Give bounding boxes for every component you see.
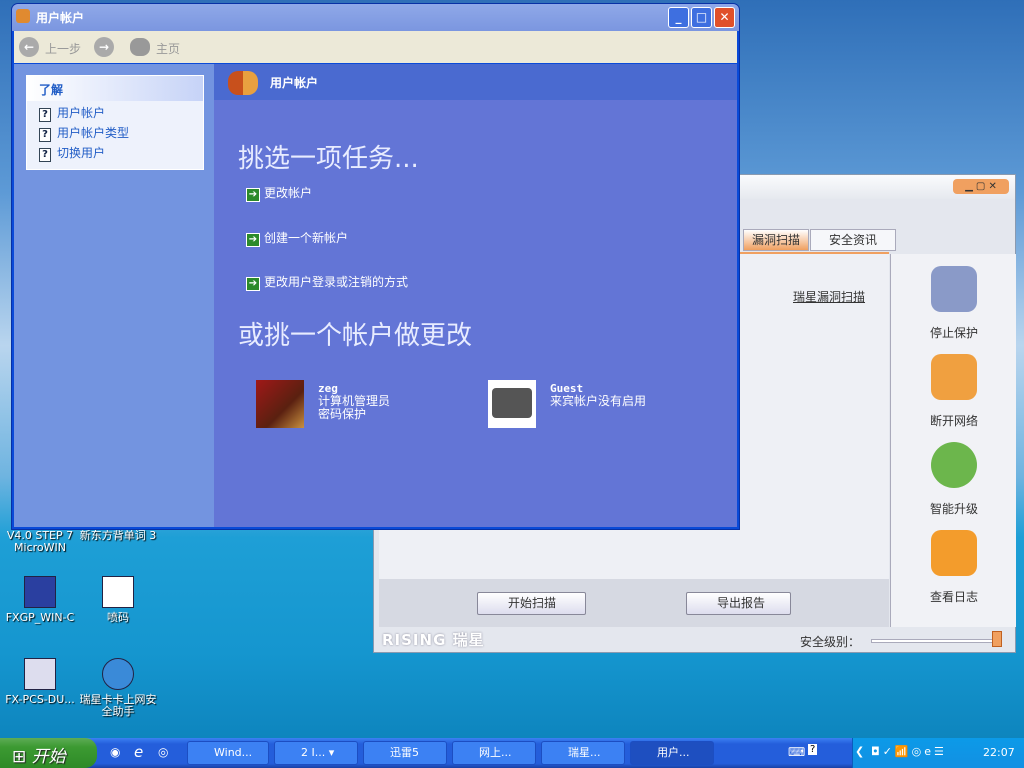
users-icon [228,71,258,95]
clock[interactable]: 22:07 [983,746,1015,759]
show-hidden-icons-button[interactable]: ❮ [855,745,864,758]
learn-item[interactable]: ? 切换用户 [27,141,203,162]
security-level-slider[interactable] [871,639,1001,643]
desktop-icon-fxpcs[interactable]: FX-PCS-DU... [0,658,80,706]
desktop-icon-step7[interactable]: V4.0 STEP 7 MicroWIN [0,530,80,554]
system-tray: ❮ ◘✓📶◎e☰ 22:07 [852,738,1024,768]
taskbar: ⊞ 开始 ◉ e ◎ Wind... 2 I... ▾ 迅雷5 网上... 瑞星… [0,738,1024,768]
help-icon[interactable]: ? [808,744,818,755]
home-icon [130,38,150,56]
home-button[interactable]: 主页 [156,40,180,57]
button-bar [379,579,889,627]
disconnect-network-button[interactable]: 断开网络 [914,354,994,429]
help-icon: ? [39,148,51,162]
left-pane: 了解 ? 用户帐户 ? 用户帐户类型 ? 切换用户 [14,64,214,527]
pane-header: 用户帐户 [214,64,737,100]
tab-vuln-scan[interactable]: 漏洞扫描 [743,229,809,251]
taskbar-item-ie-group[interactable]: 2 I... ▾ [274,741,358,765]
desktop-icon-xdf[interactable]: 新东方背单词 3 [78,530,158,542]
help-icon: ? [39,108,51,122]
kaka-icon [102,658,134,690]
keyboard-icon[interactable]: ⌨ [788,745,805,759]
user-accounts-window: 用户帐户 _ □ ✕ ← 上一步 → 主页 了解 ? 用户帐户 ? 用户帐户类型 ?… [11,3,740,530]
forward-button[interactable]: → [94,37,114,57]
fx-icon [24,576,56,608]
security-level-thumb[interactable] [992,631,1002,647]
smart-upgrade-button[interactable]: 智能升级 [914,442,994,517]
stop-protection-button[interactable]: 停止保护 [914,266,994,341]
chess-avatar [256,380,304,428]
rising-vuln-scan-link[interactable]: 瑞星漏洞扫描 [793,288,865,305]
arrow-right-icon: ➔ [246,277,260,291]
side-panel: 停止保护 断开网络 智能升级 查看日志 [890,254,1016,627]
close-button[interactable]: ✕ [714,7,735,28]
tab-security-news[interactable]: 安全资讯 [810,229,896,251]
log-search-icon [931,530,977,576]
quick-launch-ie-icon[interactable]: e [134,743,143,761]
view-log-button[interactable]: 查看日志 [914,530,994,605]
titlebar: 用户帐户 _ □ ✕ [12,4,739,31]
start-scan-button[interactable]: 开始扫描 [477,592,586,615]
learn-title: 了解 [27,76,203,101]
export-report-button[interactable]: 导出报告 [686,592,791,615]
suitcase-avatar [488,380,536,428]
pick-account-heading: 或挑一个帐户做更改 [238,321,473,351]
task-change-logon[interactable]: ➔ 更改用户登录或注销的方式 [246,273,408,291]
help-icon: ? [39,128,51,142]
main-pane: 用户帐户 挑选一项任务... ➔ 更改帐户 ➔ 创建一个新帐户 ➔ 更改用户登录或注销… [214,64,737,527]
rising-window-controls[interactable]: ▁ ▢ ✕ [953,179,1009,194]
security-level-label: 安全级别： [800,635,861,649]
file-icon [102,576,134,608]
windows-logo-icon: ⊞ [12,747,32,767]
start-button[interactable]: ⊞ 开始 [0,738,97,768]
minimize-button[interactable]: _ [668,7,689,28]
quick-launch-outlook-icon[interactable]: ◎ [158,745,168,759]
back-arrow-icon[interactable]: ← [19,37,39,57]
desktop-icon-rising-kaka[interactable]: 瑞星卡卡上网安全助手 [78,658,158,718]
task-create-account[interactable]: ➔ 创建一个新帐户 [246,229,348,247]
pick-task-heading: 挑选一项任务... [238,144,419,174]
arrow-right-icon: ➔ [246,233,260,247]
taskbar-item-network[interactable]: 网上... [452,741,536,765]
taskbar-item-rising[interactable]: 瑞星... [541,741,625,765]
tray-icons[interactable]: ◘✓📶◎e☰ [871,745,947,758]
users-icon [16,9,30,23]
taskbar-item-thunder[interactable]: 迅雷5 [363,741,447,765]
maximize-button[interactable]: □ [691,7,712,28]
learn-item[interactable]: ? 用户帐户类型 [27,121,203,142]
rising-logo: RISING 瑞星 [382,631,485,649]
taskbar-item-media[interactable]: Wind... [187,741,269,765]
back-button[interactable]: 上一步 [45,40,81,57]
toolbar: ← 上一步 → 主页 [14,31,737,63]
window-title: 用户帐户 [36,11,85,25]
learn-item[interactable]: ? 用户帐户 [27,101,203,122]
network-disconnect-icon [931,354,977,400]
learn-panel: 了解 ? 用户帐户 ? 用户帐户类型 ? 切换用户 [26,75,204,170]
task-change-account[interactable]: ➔ 更改帐户 [246,184,312,202]
arrow-right-icon: ➔ [246,188,260,202]
shield-stop-icon [931,266,977,312]
taskbar-item-user-accounts[interactable]: 用户... [630,741,714,765]
upgrade-globe-icon [931,442,977,488]
desktop-icon-penma[interactable]: 喷码 [78,576,158,624]
desktop-icon-fxgp[interactable]: FXGP_WIN-C [0,576,80,624]
fx-du-icon [24,658,56,690]
quick-launch-media-icon[interactable]: ◉ [110,745,120,759]
